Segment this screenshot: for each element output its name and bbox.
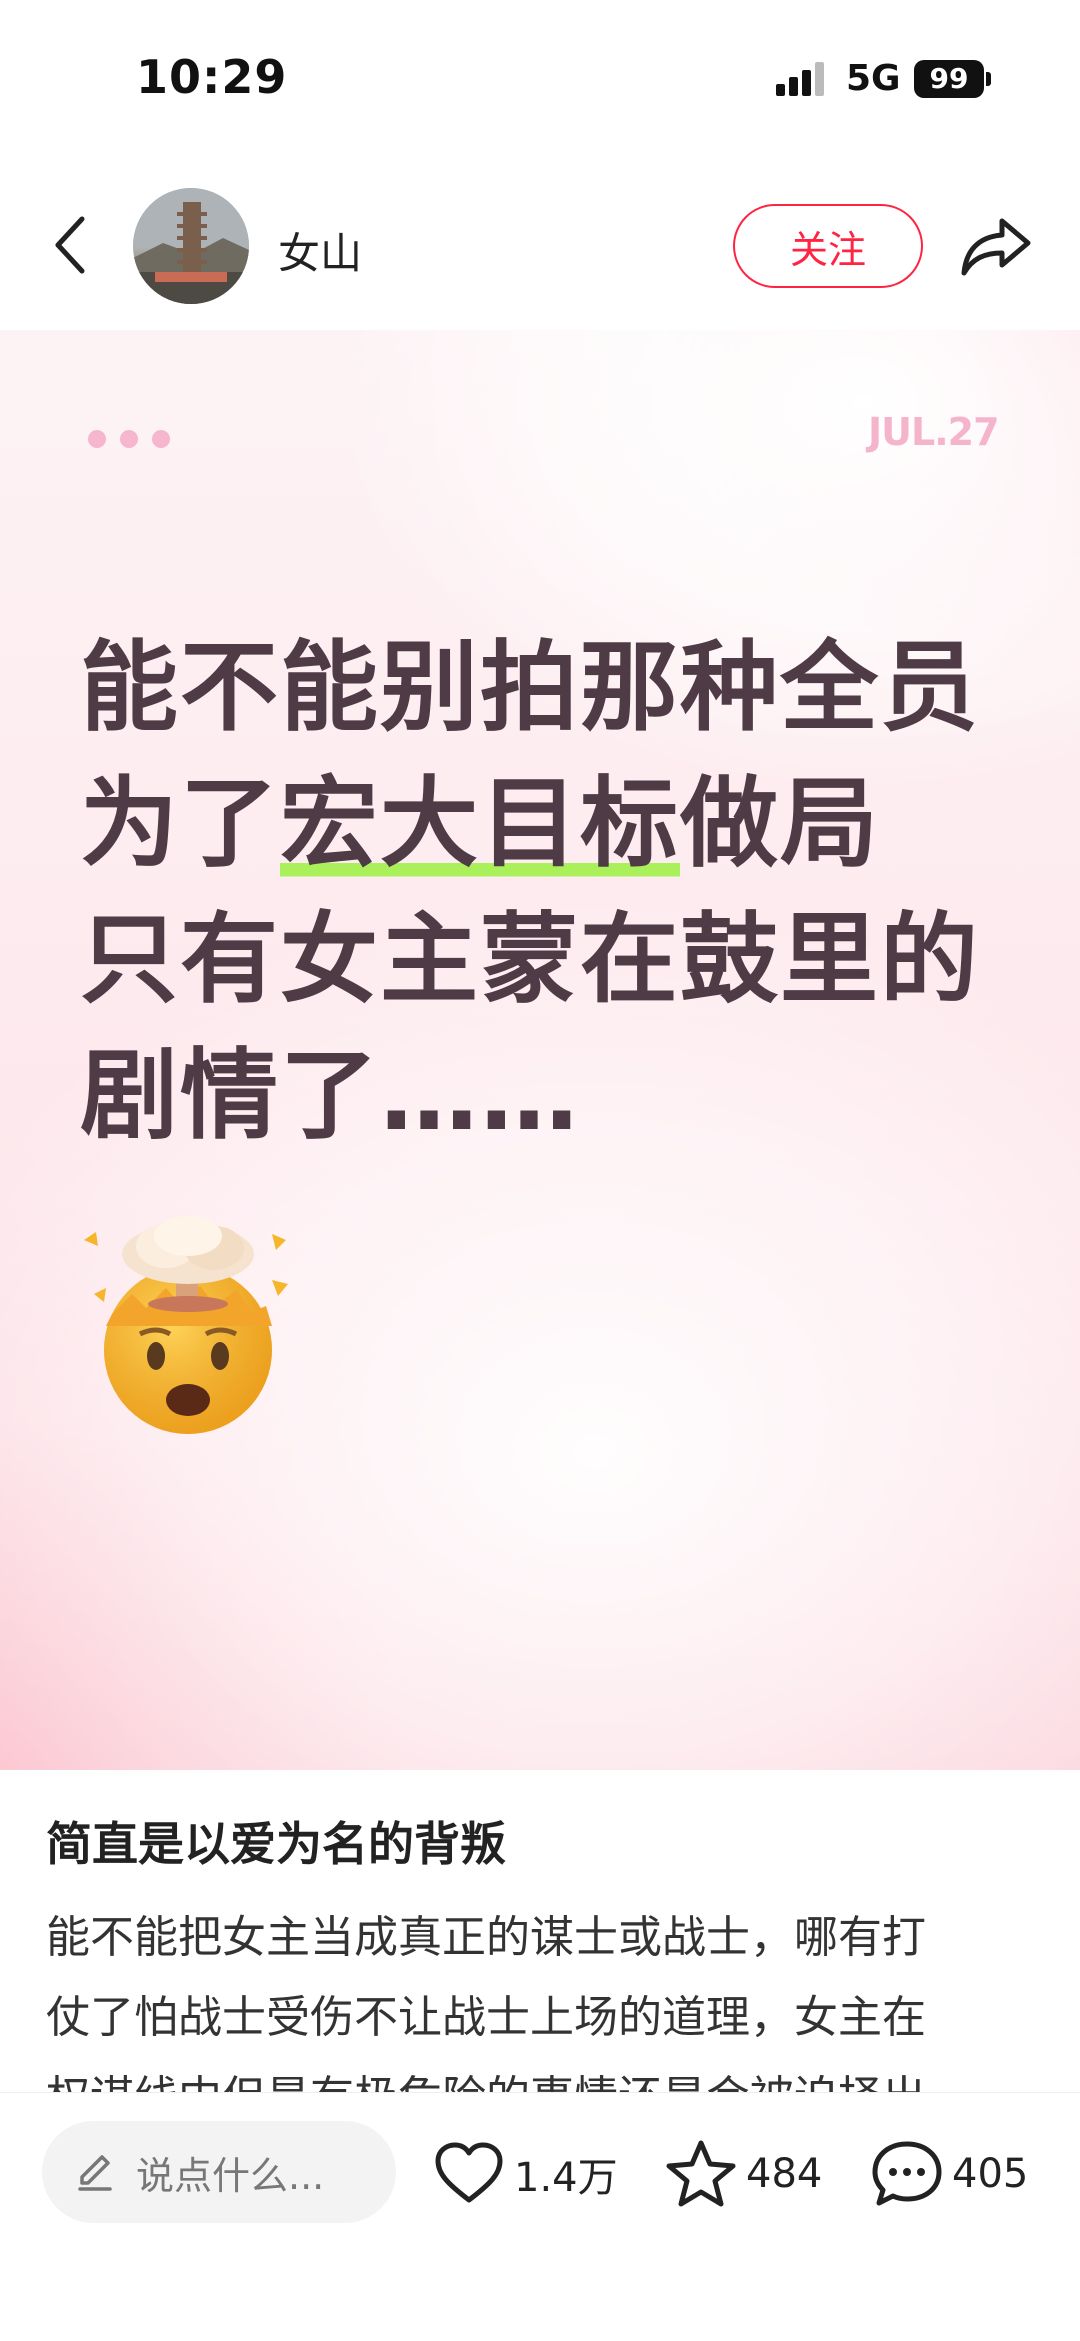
note-body: 能不能把女主当成真正的谋士或战士，哪有打 仗了怕战士受伤不让战士上场的道理，女主… <box>46 1898 1036 2094</box>
author-name[interactable]: 女山 <box>278 220 362 281</box>
engagement-bar: 说点什么... 1.4万 484 405 <box>0 2092 1080 2341</box>
heart-icon <box>435 2142 503 2203</box>
note-body-line: 能不能把女主当成真正的谋士或战士，哪有打 <box>46 1912 926 1963</box>
headline-line-3: 只有女主蒙在鼓里的 <box>80 903 981 1017</box>
note-image[interactable]: JUL.27 能不能别拍那种全员 为了宏大目标做局 只有女主蒙在鼓里的 剧情了…… <box>0 330 1080 1770</box>
headline-highlight: 宏大目标 <box>280 767 681 881</box>
avatar[interactable] <box>133 188 249 304</box>
comment-count: 405 <box>952 2151 1029 2197</box>
collect-button[interactable]: 484 <box>664 2129 822 2219</box>
back-icon <box>55 216 85 274</box>
window-dots <box>88 430 170 448</box>
comment-input[interactable]: 说点什么... <box>42 2121 396 2223</box>
headline-line-4: 剧情了…… <box>80 1039 581 1153</box>
chat-bubble-icon <box>872 2141 942 2206</box>
share-button[interactable] <box>958 208 1034 284</box>
headline: 能不能别拍那种全员 为了宏大目标做局 只有女主蒙在鼓里的 剧情了…… <box>80 620 1020 1164</box>
exploding-head-emoji <box>76 1210 306 1440</box>
collect-count: 484 <box>746 2151 823 2197</box>
star-icon <box>666 2140 736 2207</box>
note-header: 女山 关注 <box>0 160 1080 330</box>
share-icon <box>961 218 1031 276</box>
comment-placeholder: 说点什么... <box>136 2153 325 2198</box>
headline-line-1: 能不能别拍那种全员 <box>80 631 981 745</box>
like-count: 1.4万 <box>514 2155 618 2201</box>
pen-icon <box>78 2155 112 2191</box>
pagoda-avatar-image <box>133 188 249 304</box>
status-bar: 10:29 5G 99 <box>0 0 1080 150</box>
note-body-line: 权谋线中但是有极危险的事情还是会被迫择出 <box>46 2058 1036 2094</box>
status-time: 10:29 <box>136 50 288 104</box>
signal-icon <box>776 62 828 96</box>
network-label: 5G <box>846 58 901 99</box>
headline-line-2: 为了宏大目标做局 <box>80 767 881 881</box>
note-body-line: 仗了怕战士受伤不让战士上场的道理，女主在 <box>46 1992 926 2043</box>
follow-button[interactable]: 关注 <box>733 204 923 288</box>
date-tag: JUL.27 <box>868 410 1000 454</box>
note-title: 简直是以爱为名的背叛 <box>46 1817 506 1871</box>
like-button[interactable]: 1.4万 <box>432 2129 618 2219</box>
back-button[interactable] <box>40 200 100 290</box>
comment-button[interactable]: 405 <box>870 2129 1028 2219</box>
battery-tip <box>986 72 991 86</box>
battery-icon: 99 <box>914 60 984 98</box>
